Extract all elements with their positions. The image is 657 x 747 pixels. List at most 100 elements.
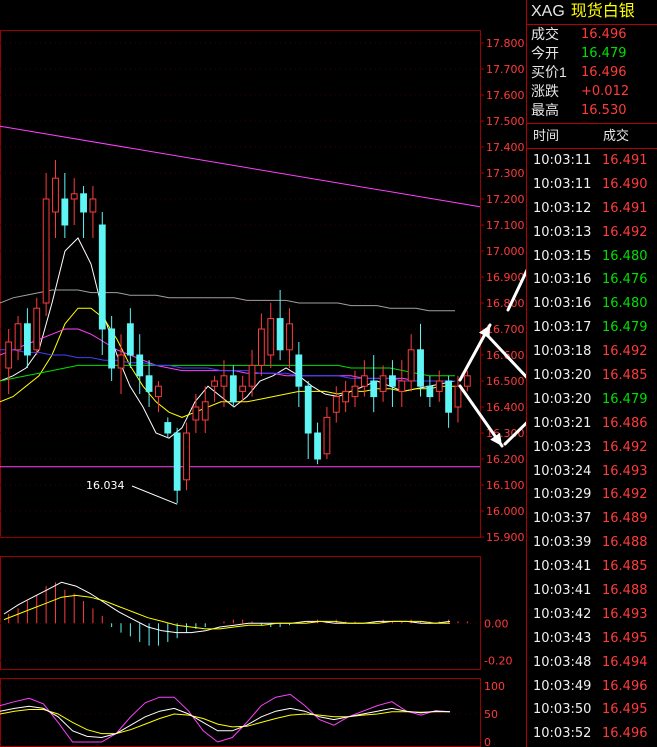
price-tick-label: 17.600	[486, 89, 525, 102]
tick-price: 16.493	[602, 606, 648, 622]
macd-panel: 0.00 -0.20	[0, 581, 512, 668]
tick-time: 10:03:18	[533, 344, 592, 360]
tick-row: 10:03:23 16.492	[527, 436, 657, 460]
candle	[23, 308, 31, 368]
tick-price: 16.489	[602, 511, 648, 527]
macd-tick-label: -0.20	[484, 655, 512, 668]
tick-time: 10:03:42	[533, 606, 592, 622]
candle	[463, 370, 471, 392]
price-tick-label: 17.300	[486, 167, 525, 180]
time-column-header: 时间	[533, 128, 560, 143]
candle	[5, 329, 13, 394]
tick-price: 16.492	[602, 487, 648, 503]
candle	[89, 186, 97, 238]
tick-price: 16.488	[602, 535, 648, 551]
low-price-label: 16.034	[86, 479, 125, 492]
tick-price: 16.491	[602, 200, 648, 216]
candle	[286, 308, 293, 368]
candle	[407, 334, 415, 392]
candle	[145, 360, 153, 407]
quote-panel: XAG 现货白银 成交 16.496 今开 16.479 买价1 16.496 涨跌 +0.01…	[526, 0, 657, 747]
kdj-panel: 100 50 0	[0, 680, 505, 747]
price-tick-label: 16.000	[486, 505, 525, 518]
quote-label: 成交	[531, 26, 559, 42]
tick-price: 16.479	[602, 391, 648, 407]
candle	[229, 365, 237, 407]
instrument-name: 现货白银	[570, 3, 635, 20]
tick-time: 10:03:11	[533, 176, 592, 192]
candle	[417, 323, 424, 397]
candle	[14, 316, 22, 361]
price-tick-label: 16.700	[486, 323, 525, 336]
quote-label: 涨跌	[531, 83, 559, 99]
tick-row: 10:03:20 16.485	[527, 364, 657, 388]
tick-time: 10:03:23	[533, 439, 592, 455]
candle	[70, 178, 78, 225]
tick-price: 16.476	[602, 272, 648, 288]
tick-price: 16.488	[602, 583, 648, 599]
tick-row: 10:03:21 16.486	[527, 412, 657, 436]
price-tick-label: 17.000	[486, 245, 525, 258]
price-tick-label: 17.400	[486, 141, 525, 154]
quote-row: 买价1 16.496	[527, 63, 657, 82]
tick-price: 16.492	[602, 439, 648, 455]
quote-label: 买价1	[531, 64, 567, 80]
candle	[248, 349, 256, 397]
candle	[398, 360, 406, 407]
price-tick-label: 17.100	[486, 219, 525, 232]
price-tick-label: 15.900	[486, 531, 525, 544]
tick-time: 10:03:49	[533, 678, 592, 694]
tick-row: 10:03:49 16.496	[527, 675, 657, 699]
candle	[98, 212, 106, 355]
candle	[201, 386, 209, 433]
candle	[164, 417, 172, 439]
tick-list[interactable]: 10:03:11 16.491 10:03:11 16.490 10:03:12 16.4…	[527, 149, 657, 746]
tick-row: 10:03:42 16.493	[527, 603, 657, 627]
tick-time: 10:03:20	[533, 368, 592, 384]
candle	[323, 407, 331, 459]
candle	[426, 375, 434, 407]
tick-row: 10:03:48 16.494	[527, 651, 657, 675]
candle	[211, 375, 219, 402]
kdj-d-line	[0, 709, 450, 735]
tick-row: 10:03:50 16.495	[527, 698, 657, 722]
tick-row: 10:03:41 16.488	[527, 579, 657, 603]
tick-row: 10:03:17 16.479	[527, 316, 657, 340]
quote-value: 16.496	[581, 65, 627, 80]
candle	[295, 342, 303, 407]
tick-row: 10:03:16 16.476	[527, 268, 657, 292]
quote-value: 16.479	[581, 46, 627, 61]
price-chart[interactable]: 17.800 17.700 17.600 17.500 17.400 17.300 17.2…	[0, 0, 526, 747]
tick-time: 10:03:50	[533, 702, 592, 718]
candle	[192, 394, 200, 433]
tick-row: 10:03:13 16.492	[527, 221, 657, 245]
tick-price: 16.485	[602, 559, 648, 575]
tick-time: 10:03:41	[533, 583, 592, 599]
price-tick-label: 16.400	[486, 401, 525, 414]
tick-row: 10:03:37 16.489	[527, 507, 657, 531]
quote-value: 16.530	[581, 103, 627, 118]
candle	[379, 365, 387, 402]
candle	[370, 355, 378, 413]
price-tick-label: 16.500	[486, 375, 525, 388]
price-tick-label: 17.200	[486, 193, 525, 206]
macd-dea-line	[3, 594, 450, 630]
quote-label: 今开	[531, 45, 559, 61]
tick-price: 16.496	[602, 726, 648, 742]
kdj-tick-label: 100	[484, 680, 505, 693]
instrument-title: XAG 现货白银	[527, 0, 657, 24]
tick-row: 10:03:16 16.480	[527, 292, 657, 316]
kdj-tick-label: 0	[484, 736, 491, 747]
price-tick-label: 16.200	[486, 453, 525, 466]
tick-time: 10:03:37	[533, 511, 592, 527]
low-marker-line	[131, 485, 178, 505]
ticks-header: 时间 成交	[527, 124, 657, 149]
quote-row: 最高 16.530	[527, 101, 657, 120]
kdj-k-line	[0, 705, 451, 739]
arrow	[486, 334, 526, 379]
quote-summary: 成交 16.496 今开 16.479 买价1 16.496 涨跌 +0.012 最高 16.53…	[527, 25, 657, 120]
tick-time: 10:03:24	[533, 463, 592, 479]
candle	[342, 381, 350, 413]
ma-line	[0, 289, 455, 312]
tick-time: 10:03:43	[533, 630, 592, 646]
